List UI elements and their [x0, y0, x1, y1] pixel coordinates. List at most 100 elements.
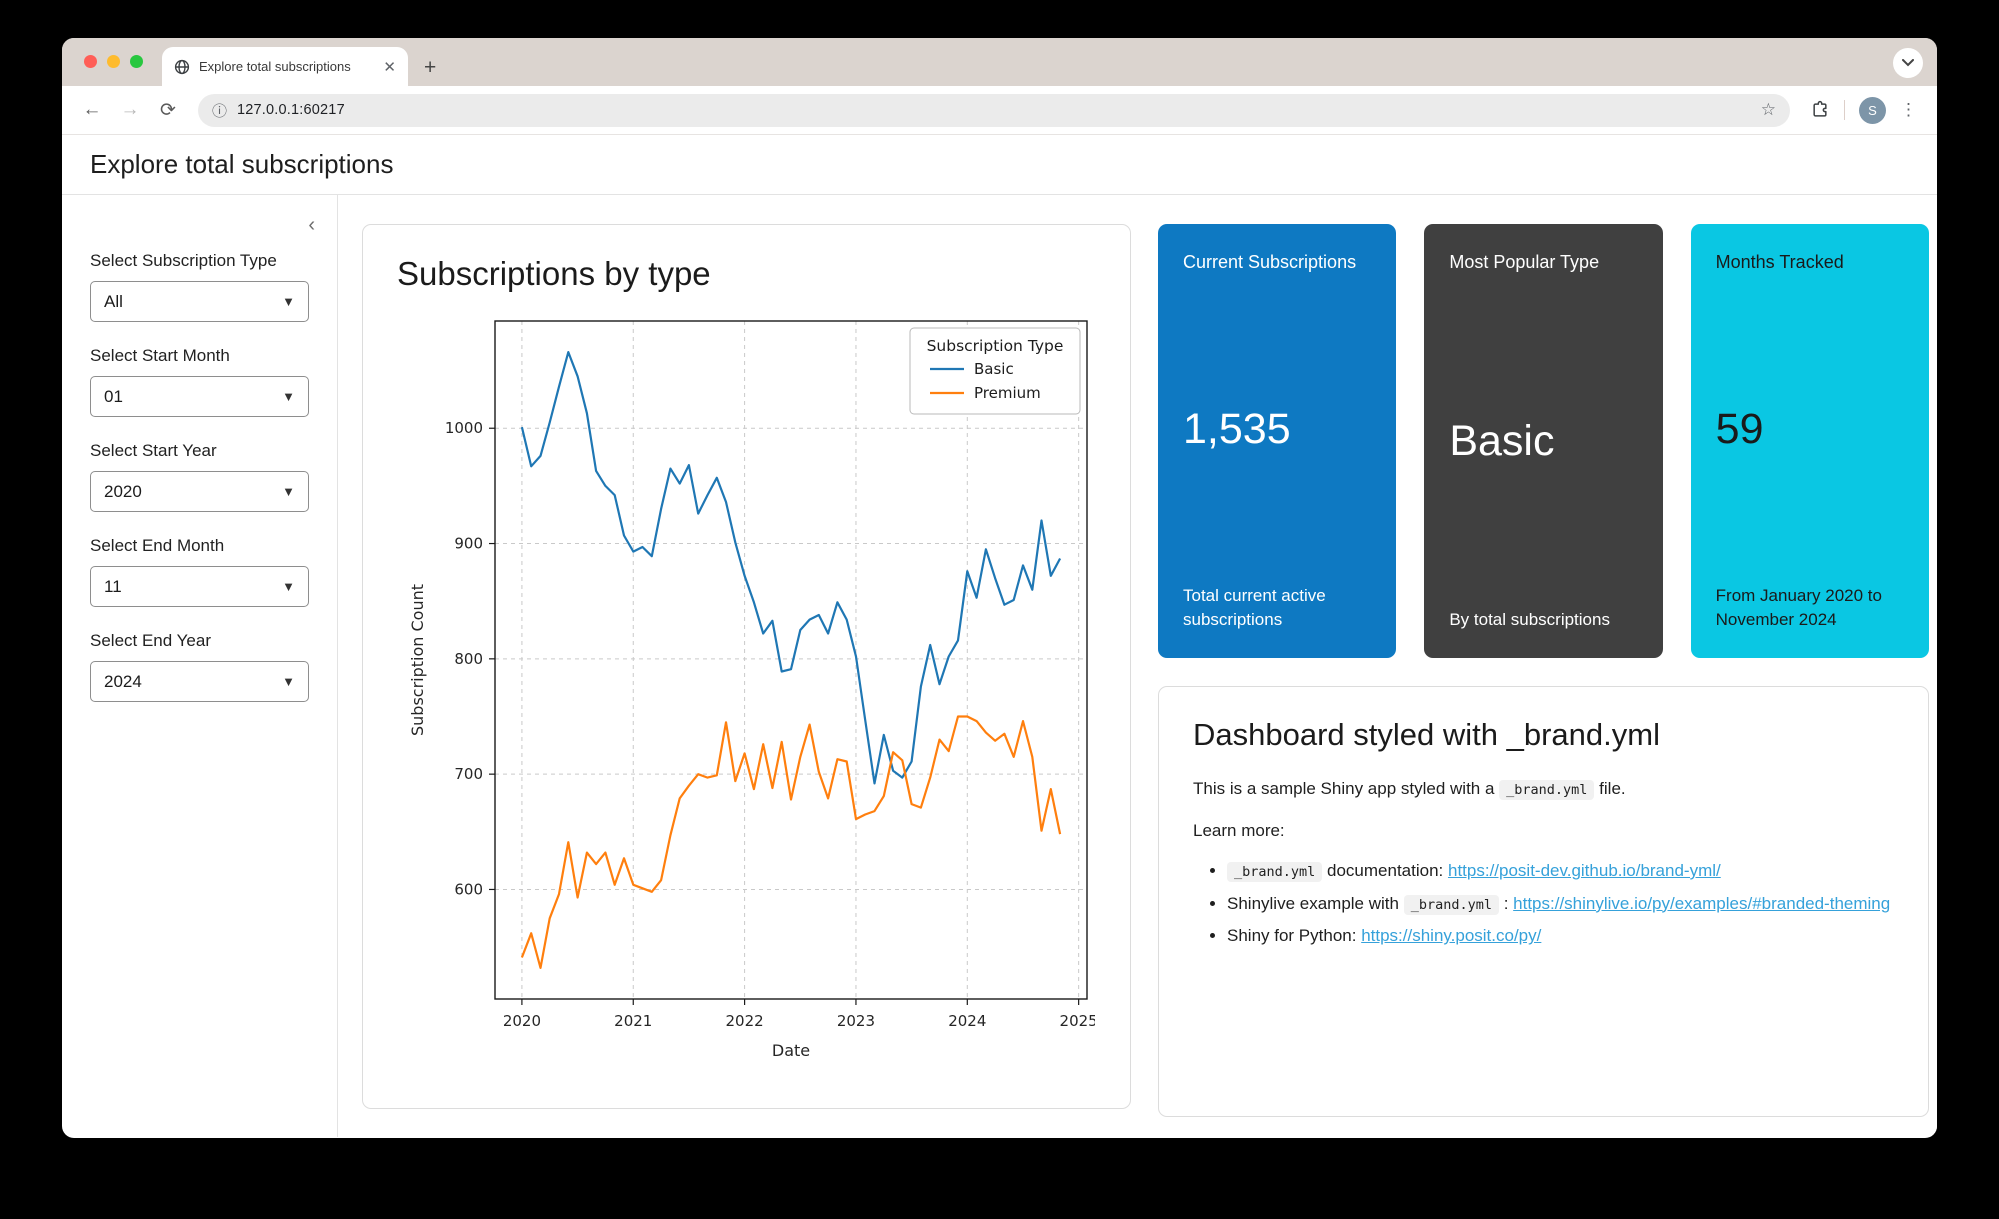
zoom-window-button[interactable] [130, 55, 143, 68]
sidebar: ‹ Select Subscription Type All ▼ Select … [62, 195, 338, 1137]
chevron-down-icon: ▼ [282, 389, 295, 404]
bookmark-star-icon[interactable]: ☆ [1761, 100, 1776, 120]
end-month-value: 11 [104, 577, 282, 597]
chevron-down-icon: ▼ [282, 579, 295, 594]
tab-favicon-globe-icon [174, 59, 190, 75]
svg-text:2020: 2020 [502, 1012, 540, 1030]
minimize-window-button[interactable] [107, 55, 120, 68]
svg-text:600: 600 [454, 880, 483, 898]
address-bar[interactable]: ⓘ 127.0.0.1:60217 ☆ [198, 94, 1790, 127]
field-end-year: Select End Year 2024 ▼ [90, 631, 309, 702]
svg-text:1000: 1000 [444, 419, 482, 437]
brand-yml-docs-link[interactable]: https://posit-dev.github.io/brand-yml/ [1448, 861, 1721, 880]
tab-search-chevron-button[interactable] [1893, 48, 1923, 78]
subscriptions-plot: 2020202120222023202420256007008009001000… [399, 307, 1095, 1093]
list-item: Shinylive example with _brand.yml : http… [1227, 892, 1894, 917]
svg-text:Date: Date [771, 1041, 809, 1060]
back-icon[interactable]: ← [76, 99, 108, 121]
value-box-most-popular-type: Most Popular Type Basic By total subscri… [1424, 224, 1662, 658]
svg-text:2021: 2021 [614, 1012, 652, 1030]
start-month-select[interactable]: 01 ▼ [90, 376, 309, 417]
svg-text:Premium: Premium [974, 384, 1041, 402]
end-year-select[interactable]: 2024 ▼ [90, 661, 309, 702]
svg-text:Subscription Count: Subscription Count [408, 584, 427, 736]
shiny-python-link[interactable]: https://shiny.posit.co/py/ [1361, 926, 1541, 945]
field-end-month: Select End Month 11 ▼ [90, 536, 309, 607]
new-tab-button[interactable]: + [424, 57, 436, 78]
bullet-text: Shiny for Python: [1227, 926, 1361, 945]
info-intro-code: _brand.yml [1499, 780, 1594, 800]
forward-icon[interactable]: → [114, 99, 146, 121]
end-month-label: Select End Month [90, 536, 309, 556]
learn-more-label: Learn more: [1193, 821, 1894, 841]
shinylive-example-link[interactable]: https://shinylive.io/py/examples/#brande… [1513, 894, 1890, 913]
value-box-months-tracked: Months Tracked 59 From January 2020 to N… [1691, 224, 1929, 658]
svg-text:Subscription Type: Subscription Type [926, 337, 1063, 355]
subscription-type-select[interactable]: All ▼ [90, 281, 309, 322]
info-intro: This is a sample Shiny app styled with a… [1193, 779, 1894, 799]
sidebar-collapse-icon[interactable]: ‹ [308, 215, 315, 235]
list-item: _brand.yml documentation: https://posit-… [1227, 859, 1894, 884]
field-start-month: Select Start Month 01 ▼ [90, 346, 309, 417]
subscription-type-value: All [104, 292, 282, 312]
svg-text:900: 900 [454, 535, 483, 553]
tab-strip: Explore total subscriptions ✕ + [62, 38, 1937, 86]
list-item: Shiny for Python: https://shiny.posit.co… [1227, 924, 1894, 949]
value-box-caption: By total subscriptions [1449, 608, 1637, 632]
close-window-button[interactable] [84, 55, 97, 68]
value-box-value: 1,535 [1183, 274, 1371, 584]
value-box-title: Most Popular Type [1449, 250, 1637, 274]
bullet-text: : [1499, 894, 1513, 913]
app-header: Explore total subscriptions [62, 135, 1937, 195]
browser-tab[interactable]: Explore total subscriptions ✕ [162, 47, 408, 86]
value-box-value: Basic [1449, 274, 1637, 608]
main-content: Subscriptions by type 202020212022202320… [338, 195, 1937, 1137]
value-box-current-subscriptions: Current Subscriptions 1,535 Total curren… [1158, 224, 1396, 658]
chevron-down-icon: ▼ [282, 484, 295, 499]
subscription-type-label: Select Subscription Type [90, 251, 309, 271]
svg-text:2022: 2022 [725, 1012, 763, 1030]
start-year-label: Select Start Year [90, 441, 309, 461]
chart-card: Subscriptions by type 202020212022202320… [362, 224, 1131, 1109]
value-box-caption: Total current active subscriptions [1183, 584, 1371, 632]
bullet-text: Shinylive example with [1227, 894, 1404, 913]
browser-window: Explore total subscriptions ✕ + ← → ⟳ ⓘ … [62, 38, 1937, 1138]
end-month-select[interactable]: 11 ▼ [90, 566, 309, 607]
svg-text:700: 700 [454, 765, 483, 783]
value-box-title: Months Tracked [1716, 250, 1904, 274]
chevron-down-icon [1902, 59, 1914, 67]
svg-text:2025: 2025 [1059, 1012, 1094, 1030]
toolbar-divider [1844, 100, 1845, 120]
browser-toolbar: ← → ⟳ ⓘ 127.0.0.1:60217 ☆ S ⋮ [62, 86, 1937, 135]
field-start-year: Select Start Year 2020 ▼ [90, 441, 309, 512]
info-intro-prefix: This is a sample Shiny app styled with a [1193, 779, 1494, 798]
value-box-caption: From January 2020 to November 2024 [1716, 584, 1904, 632]
links-list: _brand.yml documentation: https://posit-… [1227, 859, 1894, 949]
svg-text:800: 800 [454, 650, 483, 668]
chevron-down-icon: ▼ [282, 674, 295, 689]
end-year-value: 2024 [104, 672, 282, 692]
tab-close-icon[interactable]: ✕ [383, 58, 396, 76]
start-year-select[interactable]: 2020 ▼ [90, 471, 309, 512]
svg-text:Basic: Basic [974, 360, 1014, 378]
svg-text:2023: 2023 [836, 1012, 874, 1030]
reload-icon[interactable]: ⟳ [152, 99, 184, 122]
value-box-title: Current Subscriptions [1183, 250, 1371, 274]
toolbar-right: S ⋮ [1804, 97, 1923, 124]
start-month-label: Select Start Month [90, 346, 309, 366]
start-month-value: 01 [104, 387, 282, 407]
site-info-icon[interactable]: ⓘ [212, 100, 227, 121]
bullet-text: documentation: [1322, 861, 1448, 880]
info-card-title: Dashboard styled with _brand.yml [1193, 717, 1894, 753]
page-title: Explore total subscriptions [90, 149, 393, 180]
start-year-value: 2020 [104, 482, 282, 502]
chevron-down-icon: ▼ [282, 294, 295, 309]
tab-title: Explore total subscriptions [199, 59, 374, 74]
info-card: Dashboard styled with _brand.yml This is… [1158, 686, 1929, 1117]
profile-avatar[interactable]: S [1859, 97, 1886, 124]
url-text[interactable]: 127.0.0.1:60217 [237, 102, 1751, 118]
brand-yml-code: _brand.yml [1404, 895, 1499, 915]
menu-kebab-icon[interactable]: ⋮ [1900, 100, 1917, 120]
extensions-icon[interactable] [1810, 100, 1830, 120]
brand-yml-code: _brand.yml [1227, 862, 1322, 882]
